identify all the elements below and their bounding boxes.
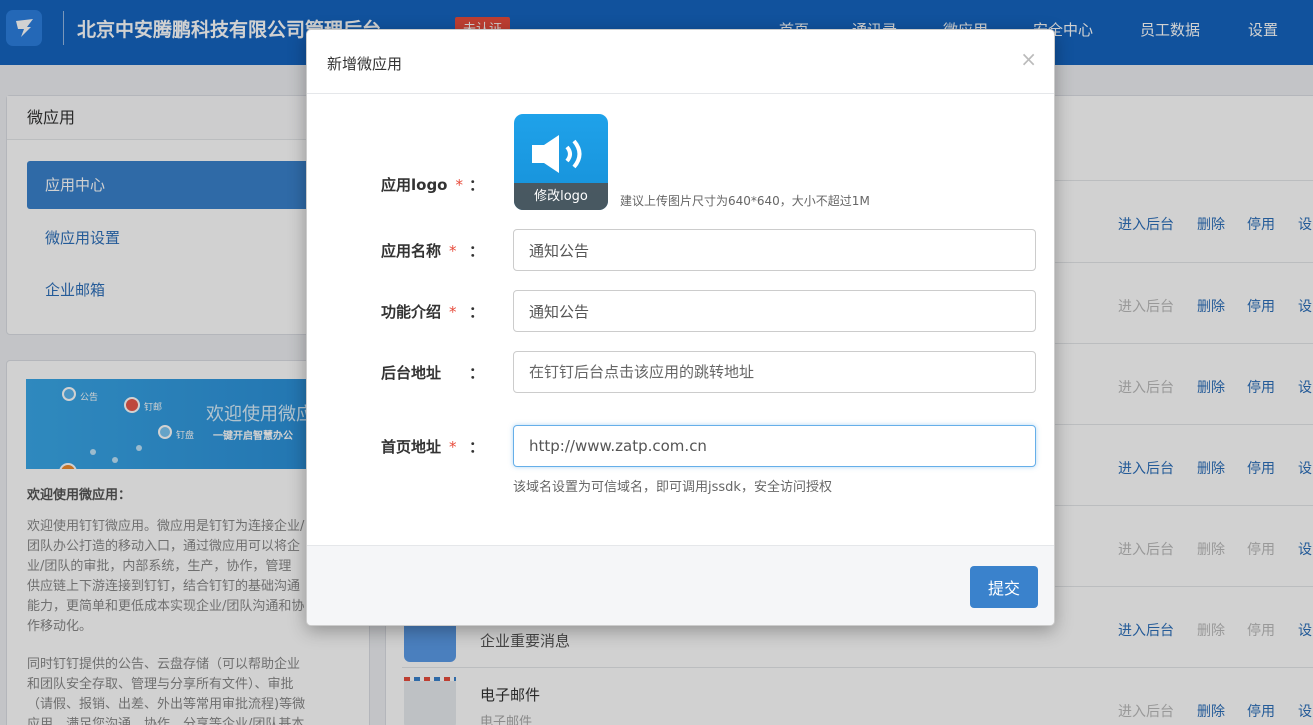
app-name-label: 应用名称 * [381,240,457,261]
close-icon[interactable]: × [1020,47,1037,71]
required-mark: * [449,242,457,260]
dialog-footer: 提交 [307,545,1054,625]
app-name-label-text: 应用名称 [381,242,442,260]
dialog-header: 新增微应用 × [307,30,1054,94]
logo-label-text: 应用logo [381,176,448,194]
speaker-icon [532,135,582,173]
homepage-address-label: 首页地址 * [381,436,457,457]
homepage-address-label-text: 首页地址 [381,438,442,456]
colon: ： [469,364,485,382]
required-mark: * [455,176,464,194]
change-logo-button[interactable]: 修改logo [514,183,608,210]
logo-size-hint: 建议上传图片尺寸为640*640，大小不超过1M [620,194,870,208]
app-logo-upload[interactable]: 修改logo [514,114,608,210]
app-name-input[interactable] [513,229,1036,271]
colon: ： [469,176,485,194]
required-mark: * [449,303,457,321]
add-micro-app-dialog: 新增微应用 × 应用logo * ： 修改logo 建议上传图片尺寸为640*64… [306,29,1055,626]
backend-address-input[interactable] [513,351,1036,393]
colon: ： [469,438,485,456]
homepage-address-input[interactable] [513,425,1036,467]
function-intro-label: 功能介绍 * [381,301,457,322]
logo-label: 应用logo * [381,174,463,195]
required-mark: * [449,438,457,456]
submit-button[interactable]: 提交 [970,566,1038,608]
backend-address-label: 后台地址 [381,364,442,382]
function-intro-input[interactable] [513,290,1036,332]
colon: ： [469,242,485,260]
dialog-title: 新增微应用 [327,55,403,73]
function-intro-label-text: 功能介绍 [381,303,442,321]
homepage-hint: 该域名设置为可信域名，即可调用jssdk，安全访问授权 [513,480,832,495]
colon: ： [469,303,485,321]
